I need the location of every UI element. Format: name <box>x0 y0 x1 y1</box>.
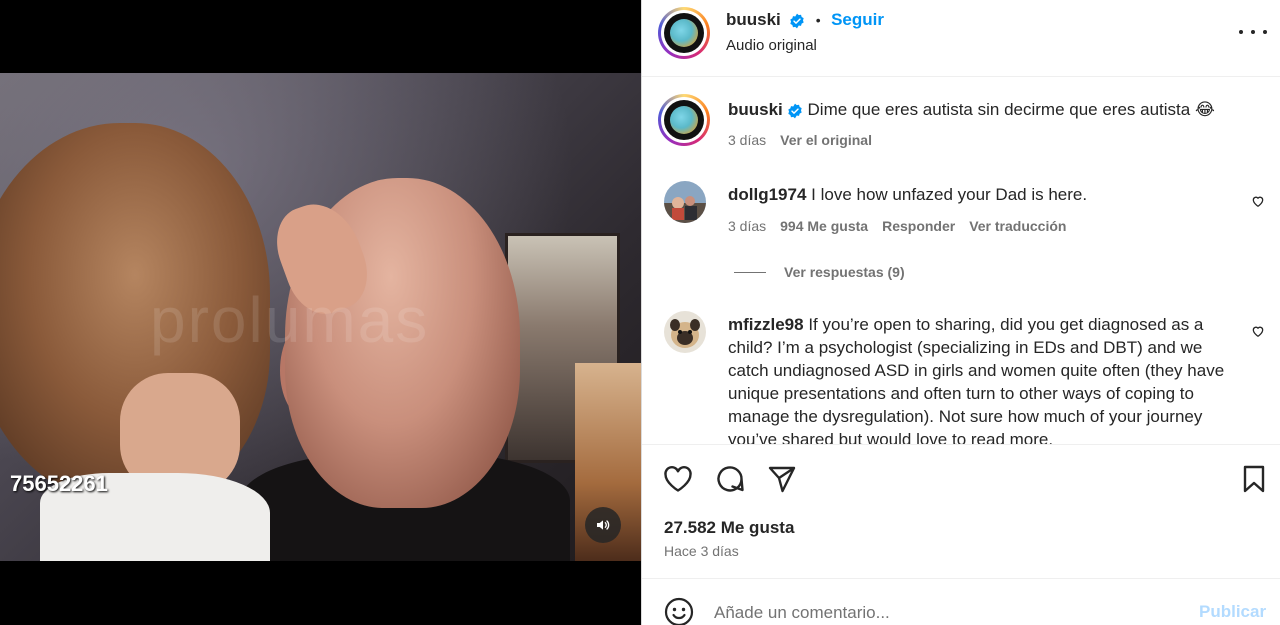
publish-button[interactable]: Publicar <box>1199 602 1266 622</box>
comment-text: I love how unfazed your Dad is here. <box>811 185 1088 204</box>
replies-divider <box>734 271 766 273</box>
audio-label[interactable]: Audio original <box>726 37 817 54</box>
author-line: buuski • Seguir <box>726 10 884 30</box>
video-overlay-code: 75652261 <box>10 471 108 496</box>
translate-link[interactable]: Ver traducción <box>969 218 1066 234</box>
verified-badge-icon <box>788 103 802 118</box>
mute-toggle-button[interactable] <box>585 507 621 543</box>
view-replies-label[interactable]: Ver respuestas (9) <box>784 264 905 280</box>
follow-button[interactable]: Seguir <box>831 10 884 29</box>
comment-text-line: dollg1974 I love how unfazed your Dad is… <box>728 183 1238 206</box>
comment-bubble-icon[interactable] <box>714 463 746 495</box>
commenter-username[interactable]: dollg1974 <box>728 185 806 204</box>
avatar-image <box>664 181 706 223</box>
avatar-image <box>664 311 706 353</box>
video-watermark: prolumas <box>150 284 430 356</box>
comment-like-heart-icon[interactable] <box>1251 194 1265 208</box>
video-frame[interactable]: prolumas 75652261 <box>0 73 641 561</box>
caption-username[interactable]: buuski <box>728 100 783 119</box>
comment-text-line: mfizzle98 If you’re open to sharing, did… <box>728 313 1240 444</box>
verified-badge-icon <box>790 13 804 29</box>
comments-list[interactable]: buuski Dime que eres autista sin decirme… <box>642 78 1280 444</box>
post-details-panel: buuski • Seguir Audio original buuski Di… <box>641 0 1280 625</box>
likes-count[interactable]: 27.582 Me gusta <box>664 518 794 538</box>
post-age[interactable]: Hace 3 días <box>664 543 739 559</box>
commenter-avatar[interactable] <box>664 181 706 223</box>
author-username[interactable]: buuski <box>726 10 781 29</box>
more-options-icon[interactable] <box>1239 22 1267 42</box>
caption-meta: 3 días Ver el original <box>728 132 886 148</box>
comment-time[interactable]: 3 días <box>728 218 766 234</box>
commenter-username[interactable]: mfizzle98 <box>728 315 804 334</box>
comment-item: mfizzle98 If you’re open to sharing, did… <box>642 311 1280 444</box>
caption-text-line: buuski Dime que eres autista sin decirme… <box>728 98 1258 121</box>
comment-likes[interactable]: 994 Me gusta <box>780 218 868 234</box>
like-heart-icon[interactable] <box>662 463 694 495</box>
instagram-post-view: prolumas 75652261 buuski • Seguir Audio … <box>0 0 1280 625</box>
commenter-avatar[interactable] <box>664 311 706 353</box>
see-original-link[interactable]: Ver el original <box>780 132 872 148</box>
view-replies-link[interactable]: Ver respuestas (9) <box>734 264 905 280</box>
author-avatar[interactable] <box>658 7 710 59</box>
caption: buuski Dime que eres autista sin decirme… <box>642 94 1280 158</box>
reply-link[interactable]: Responder <box>882 218 955 234</box>
post-actions: 27.582 Me gusta Hace 3 días <box>642 444 1280 578</box>
video-panel[interactable]: prolumas 75652261 <box>0 0 641 625</box>
emoji-picker-icon[interactable] <box>664 597 694 625</box>
comment-composer: Publicar <box>642 578 1280 625</box>
comment-text: If you’re open to sharing, did you get d… <box>728 315 1225 444</box>
save-bookmark-icon[interactable] <box>1238 463 1270 495</box>
separator-dot: • <box>815 12 821 28</box>
caption-time[interactable]: 3 días <box>728 132 766 148</box>
caption-avatar[interactable] <box>658 94 710 146</box>
comment-input[interactable] <box>714 601 1184 625</box>
share-send-icon[interactable] <box>766 463 798 495</box>
caption-text: Dime que eres autista sin decirme que er… <box>807 100 1215 119</box>
comment-meta: 3 días 994 Me gusta Responder Ver traducció… <box>728 218 1080 234</box>
post-header: buuski • Seguir Audio original <box>642 0 1280 77</box>
comment-item: dollg1974 I love how unfazed your Dad is… <box>642 181 1280 281</box>
comment-like-heart-icon[interactable] <box>1251 324 1265 338</box>
speaker-icon <box>597 520 610 530</box>
